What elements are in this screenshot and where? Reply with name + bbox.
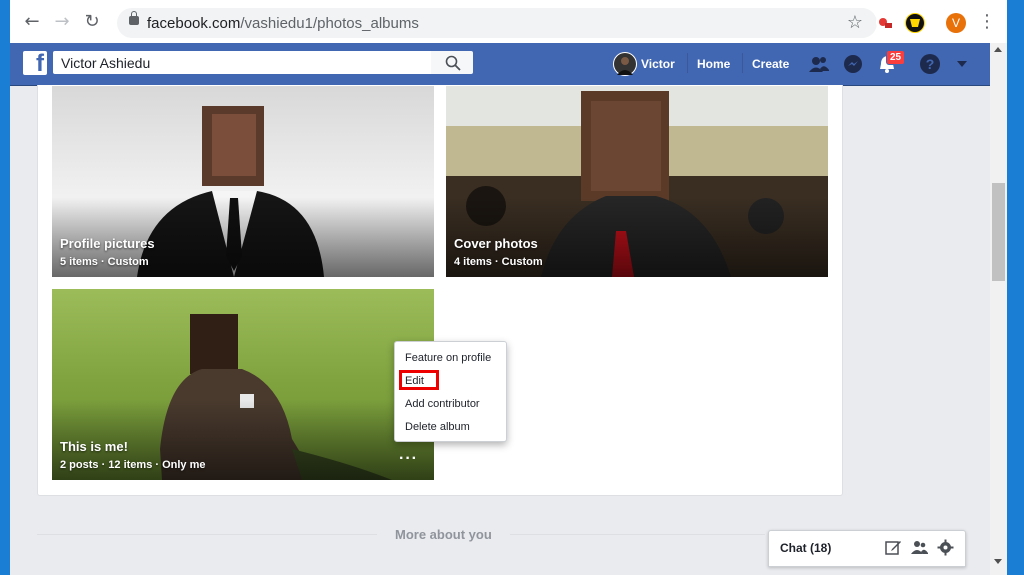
more-icon[interactable]: ··· xyxy=(399,450,418,468)
extension-icon[interactable] xyxy=(876,13,894,31)
back-icon[interactable]: ← xyxy=(20,10,44,34)
menu-item-edit[interactable]: Edit xyxy=(405,375,424,387)
compose-icon[interactable] xyxy=(885,539,902,556)
search-input[interactable] xyxy=(53,51,447,74)
album-title: Profile pictures xyxy=(60,236,155,251)
album-meta: 5 items · Custom xyxy=(60,256,149,268)
lock-icon xyxy=(129,11,139,25)
avatar xyxy=(613,52,637,76)
album-this-is-me[interactable]: This is me! 2 posts · 12 items · Only me… xyxy=(52,289,434,480)
profile-avatar[interactable]: V xyxy=(946,13,966,33)
reload-icon[interactable]: ↻ xyxy=(80,10,104,34)
menu-item-delete-album[interactable]: Delete album xyxy=(405,421,470,433)
menu-item-feature[interactable]: Feature on profile xyxy=(405,352,491,364)
facebook-navbar: f Victor Home Create 25 ? xyxy=(10,43,990,86)
album-meta: 4 items · Custom xyxy=(454,256,543,268)
url-text: facebook.com/vashiedu1/photos_albums xyxy=(147,15,419,32)
friends-icon[interactable] xyxy=(808,53,830,75)
chat-label: Chat (18) xyxy=(780,541,832,555)
scroll-up-icon[interactable] xyxy=(994,47,1002,52)
menu-item-add-contributor[interactable]: Add contributor xyxy=(405,398,480,410)
album-profile-pictures[interactable]: Profile pictures 5 items · Custom xyxy=(52,86,434,277)
browser-window: ← → ↻ facebook.com/vashiedu1/photos_albu… xyxy=(10,0,1007,575)
extension-icon-2[interactable] xyxy=(905,13,925,33)
page-scrollbar[interactable] xyxy=(990,43,1007,575)
svg-text:?: ? xyxy=(926,56,935,72)
album-cover-photos[interactable]: Cover photos 4 items · Custom xyxy=(446,86,828,277)
address-bar[interactable]: facebook.com/vashiedu1/photos_albums ☆ xyxy=(117,8,877,38)
album-meta: 2 posts · 12 items · Only me xyxy=(60,459,206,471)
album-context-menu: Feature on profile Edit Add contributor … xyxy=(394,341,507,442)
search-icon xyxy=(445,55,461,71)
gear-icon[interactable] xyxy=(937,539,954,556)
home-link[interactable]: Home xyxy=(686,53,730,73)
search-button[interactable] xyxy=(431,51,473,74)
star-icon[interactable]: ☆ xyxy=(847,12,863,33)
album-title: Cover photos xyxy=(454,236,538,251)
section-heading: More about you xyxy=(395,527,492,542)
forward-icon[interactable]: → xyxy=(50,10,74,34)
messenger-icon[interactable] xyxy=(842,53,864,75)
divider xyxy=(37,534,377,535)
group-icon[interactable] xyxy=(911,539,928,556)
divider xyxy=(510,534,765,535)
chat-bar[interactable]: Chat (18) xyxy=(768,530,966,567)
scroll-down-icon[interactable] xyxy=(994,559,1002,564)
kebab-menu-icon[interactable]: ⋮ xyxy=(978,11,996,32)
browser-toolbar: ← → ↻ facebook.com/vashiedu1/photos_albu… xyxy=(10,0,1007,44)
notification-badge: 25 xyxy=(886,50,906,65)
scroll-thumb[interactable] xyxy=(992,183,1005,281)
help-icon[interactable]: ? xyxy=(919,53,941,75)
caret-down-icon[interactable] xyxy=(956,59,968,69)
facebook-logo[interactable]: f xyxy=(23,50,47,77)
create-link[interactable]: Create xyxy=(741,53,789,73)
album-title: This is me! xyxy=(60,439,128,454)
